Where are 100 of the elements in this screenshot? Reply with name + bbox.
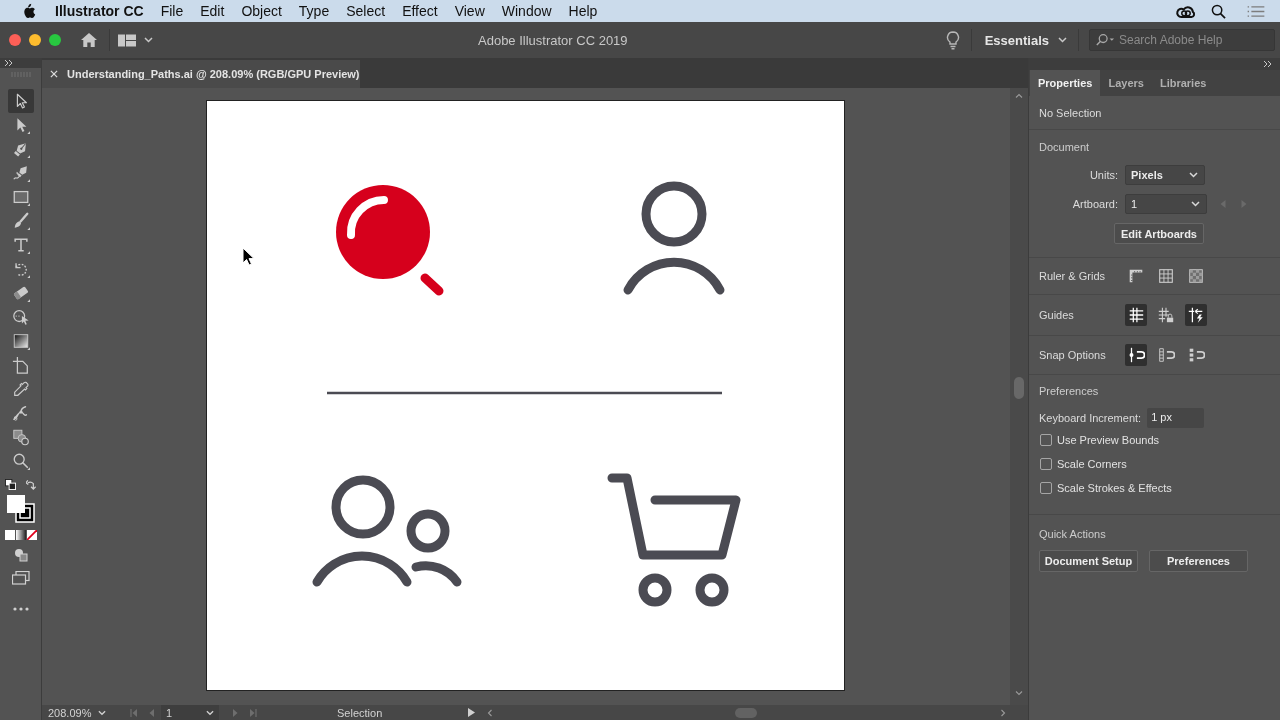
checkbox-label: Use Preview Bounds — [1057, 434, 1160, 446]
scrollbar-thumb[interactable] — [1014, 377, 1024, 399]
checkbox[interactable] — [1040, 458, 1052, 470]
chevron-up-icon[interactable] — [1015, 93, 1023, 98]
toggle-button[interactable] — [1125, 304, 1147, 326]
chevron-down-icon[interactable] — [1015, 691, 1023, 696]
snap-point-icon — [1127, 346, 1145, 364]
menu-item[interactable]: Help — [568, 3, 598, 19]
chevron-left-icon[interactable] — [487, 708, 493, 717]
units-dropdown[interactable]: Pixels — [1125, 165, 1205, 185]
color-swatch-icon[interactable] — [4, 530, 15, 540]
snap-glyph-icon — [1187, 346, 1205, 364]
caret-icon — [1189, 172, 1198, 178]
field-label: Keyboard Increment: — [1039, 412, 1142, 424]
blend-icon — [11, 428, 30, 446]
artboard-dropdown[interactable]: 1 — [161, 705, 219, 720]
swap-arrows-icon[interactable] — [25, 479, 37, 490]
vertical-scrollbar[interactable] — [1010, 88, 1028, 705]
list-menu-icon[interactable] — [1246, 4, 1266, 18]
ruler-icon — [1127, 267, 1145, 285]
window-zoom-button[interactable] — [49, 34, 61, 46]
toggle-button[interactable] — [1185, 304, 1207, 326]
zoom-dropdown[interactable]: 208.09% — [48, 706, 114, 719]
panel-tab[interactable]: Layers — [1100, 70, 1152, 96]
close-icon[interactable] — [50, 70, 58, 78]
menu-item[interactable]: Window — [501, 3, 552, 19]
quick-action-button[interactable]: Preferences — [1149, 550, 1248, 572]
field-label: Artboard: — [1071, 198, 1118, 210]
menu-item[interactable]: Type — [298, 3, 330, 19]
checkbox[interactable] — [1040, 434, 1052, 446]
menu-item[interactable]: Edit — [200, 3, 225, 19]
search-field[interactable]: Search Adobe Help — [1089, 29, 1275, 51]
selection-status: No Selection — [1039, 106, 1102, 119]
caret-icon[interactable] — [144, 37, 153, 43]
mouse-pointer-icon — [242, 247, 254, 266]
chevron-right-icon[interactable] — [1001, 708, 1006, 717]
panel-tab[interactable]: Libraries — [1151, 70, 1215, 96]
artboard-combobox[interactable]: 1 — [1125, 194, 1207, 214]
caret-icon — [1058, 37, 1067, 43]
checkbox[interactable] — [1040, 482, 1052, 494]
fill-stroke-icon[interactable] — [5, 494, 36, 524]
menu-item[interactable]: File — [160, 3, 184, 19]
toggle-button[interactable] — [1125, 344, 1147, 366]
double-chevron-icon[interactable] — [1263, 60, 1272, 68]
window-minimize-button[interactable] — [29, 34, 41, 46]
zoom-icon — [11, 452, 30, 470]
menu-item[interactable]: Object — [241, 3, 282, 19]
panel-tab[interactable]: Properties — [1030, 70, 1101, 96]
guides-icon — [1127, 306, 1145, 324]
document-tab[interactable]: Understanding_Paths.ai @ 208.09% (RGB/GPU Preview) — [42, 60, 360, 88]
menu-item[interactable]: View — [454, 3, 485, 19]
none-swatch-icon[interactable] — [26, 530, 37, 540]
app-menu[interactable]: Illustrator CC — [55, 3, 144, 19]
lightbulb-icon[interactable] — [945, 30, 960, 50]
curvature-pen-icon — [11, 164, 30, 182]
search-icon[interactable] — [1211, 3, 1226, 19]
tool-button[interactable] — [7, 89, 34, 113]
layout-icon[interactable] — [118, 33, 136, 47]
caret-icon[interactable] — [1191, 201, 1200, 207]
home-icon[interactable] — [80, 32, 98, 48]
section-heading: Preferences — [1039, 384, 1099, 398]
menu-item[interactable]: Select — [346, 3, 386, 19]
gradient-swatch-icon[interactable] — [15, 530, 26, 540]
current-tool-menu[interactable]: Selection — [337, 706, 383, 719]
window-close-button[interactable] — [9, 34, 21, 46]
shape-builder-icon — [11, 308, 30, 326]
caret-icon — [98, 709, 107, 716]
scrollbar-thumb[interactable] — [735, 707, 758, 718]
menu-item[interactable]: Effect — [402, 3, 438, 19]
artboard-icon — [11, 356, 30, 374]
grid-icon — [1157, 267, 1175, 285]
puppet-warp-icon — [11, 404, 30, 422]
section-label: Snap Options — [1039, 349, 1107, 361]
caret-icon — [206, 709, 214, 716]
type-icon — [11, 236, 30, 254]
checkerboard-icon — [1187, 267, 1205, 285]
section-heading: Document — [1039, 140, 1090, 154]
default-colors-icon[interactable] — [4, 479, 16, 490]
window-title: Adobe Illustrator CC 2019 — [478, 32, 628, 48]
section-label: Ruler & Grids — [1039, 270, 1107, 282]
guides-lock-icon — [1157, 306, 1175, 324]
pen-nib-icon — [11, 140, 30, 158]
screen-mode-icon[interactable] — [11, 571, 30, 585]
more-icon[interactable] — [12, 607, 29, 611]
snap-pixel-icon — [1157, 346, 1175, 364]
field-label: Units: — [1088, 169, 1118, 181]
draw-mode-icon[interactable] — [13, 548, 28, 562]
smart-guides-icon — [1187, 306, 1205, 324]
edit-artboards-button[interactable]: Edit Artboards — [1114, 223, 1204, 244]
rectangle-icon — [11, 188, 30, 206]
double-chevron-icon[interactable] — [4, 59, 13, 67]
section-label: Guides — [1039, 309, 1075, 321]
checkbox-label: Scale Corners — [1057, 458, 1127, 470]
increment-field[interactable]: 1 px — [1147, 408, 1205, 428]
gradient-icon — [11, 332, 30, 350]
play-icon[interactable] — [468, 708, 476, 717]
quick-action-button[interactable]: Document Setup — [1039, 550, 1138, 572]
workspace-switcher[interactable]: Essentials — [984, 32, 1067, 48]
checkbox-label: Scale Strokes & Effects — [1057, 482, 1172, 494]
eyedropper-icon — [11, 380, 30, 398]
